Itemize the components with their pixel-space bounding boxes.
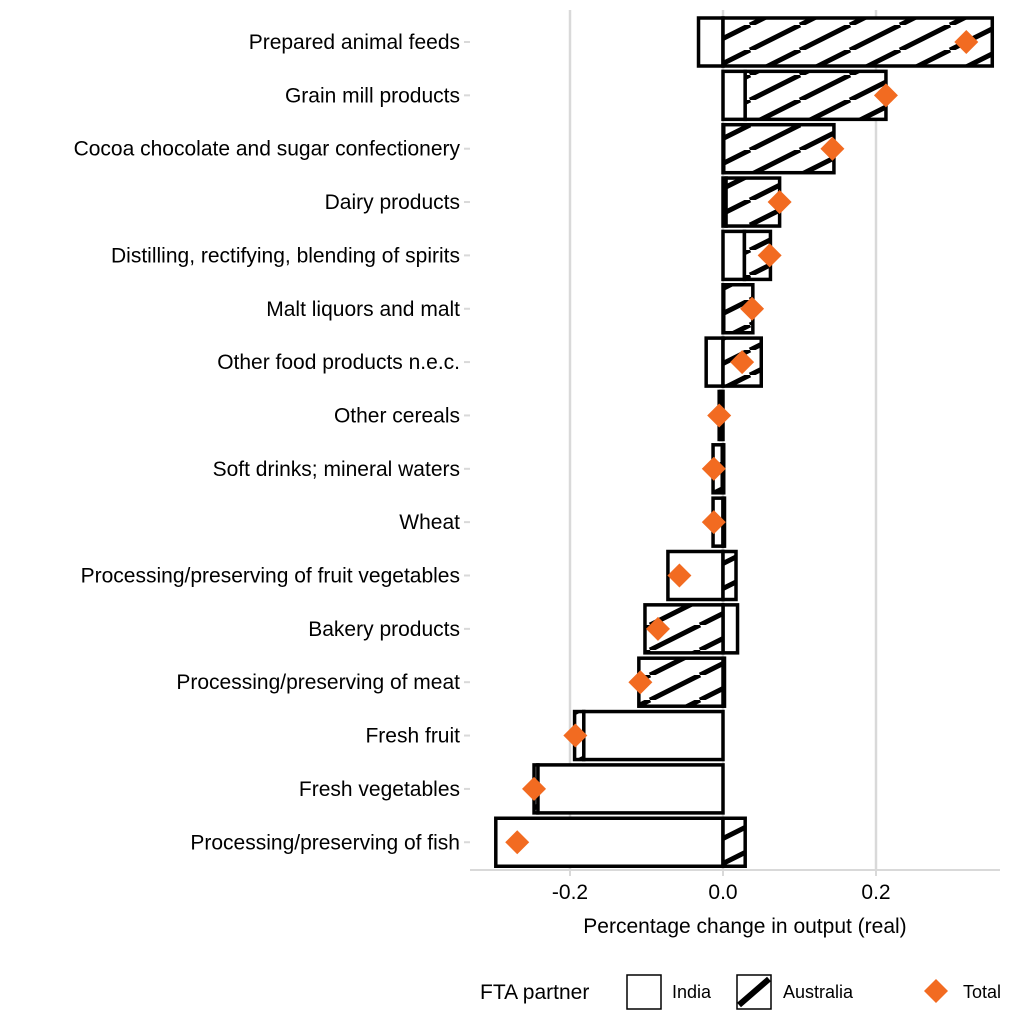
- bar-india: [536, 763, 725, 815]
- x-tick-label: -0.2: [552, 881, 588, 904]
- bar-australia: [722, 122, 836, 175]
- x-axis-title: Percentage change in output (real): [583, 915, 906, 938]
- category-label: Processing/preserving of fish: [190, 831, 460, 854]
- legend-title: FTA partner: [480, 981, 589, 1004]
- category-label: Wheat: [399, 511, 460, 534]
- bar-india: [721, 229, 747, 282]
- category-label: Other cereals: [334, 404, 460, 427]
- legend-label-australia: Australia: [783, 982, 854, 1002]
- category-label: Fresh vegetables: [299, 778, 460, 801]
- chart: Prepared animal feeds Grain mill products…: [74, 10, 1001, 1010]
- bar-india: [721, 69, 747, 122]
- total-marker: [707, 403, 732, 428]
- bar-india: [494, 816, 725, 868]
- x-tick-label: 0.0: [708, 881, 737, 904]
- category-label: Malt liquors and malt: [266, 298, 460, 321]
- category-label: Processing/preserving of meat: [176, 671, 460, 694]
- category-label: Soft drinks; mineral waters: [213, 458, 460, 481]
- bar-india: [696, 16, 725, 68]
- category-label: Distilling, rectifying, blending of spir…: [111, 244, 460, 267]
- legend: FTA partner India Australia Total: [480, 974, 1001, 1010]
- legend-key-india: [626, 974, 662, 1010]
- category-labels: Prepared animal feeds Grain mill products…: [74, 31, 470, 854]
- category-label: Cocoa chocolate and sugar confectionery: [74, 138, 461, 161]
- category-label: Prepared animal feeds: [249, 31, 460, 54]
- bar-india: [704, 336, 725, 388]
- legend-label-india: India: [672, 982, 712, 1002]
- bar-australia: [721, 816, 747, 868]
- bar-australia: [721, 16, 995, 68]
- category-label: Processing/preserving of fruit vegetable…: [81, 565, 460, 588]
- legend-key-total: [924, 979, 948, 1003]
- category-label: Grain mill products: [285, 84, 460, 107]
- category-label: Bakery products: [308, 618, 460, 641]
- bar-india: [582, 709, 725, 762]
- bar-australia: [721, 549, 738, 602]
- category-label: Dairy products: [325, 191, 460, 214]
- bar-australia: [743, 69, 888, 122]
- category-label: Other food products n.e.c.: [217, 351, 460, 374]
- x-axis: -0.2 0.0 0.2: [470, 869, 1000, 904]
- x-tick-label: 0.2: [861, 881, 890, 904]
- category-label: Fresh fruit: [365, 725, 460, 748]
- legend-label-total: Total: [963, 982, 1001, 1002]
- bar-india: [721, 603, 740, 655]
